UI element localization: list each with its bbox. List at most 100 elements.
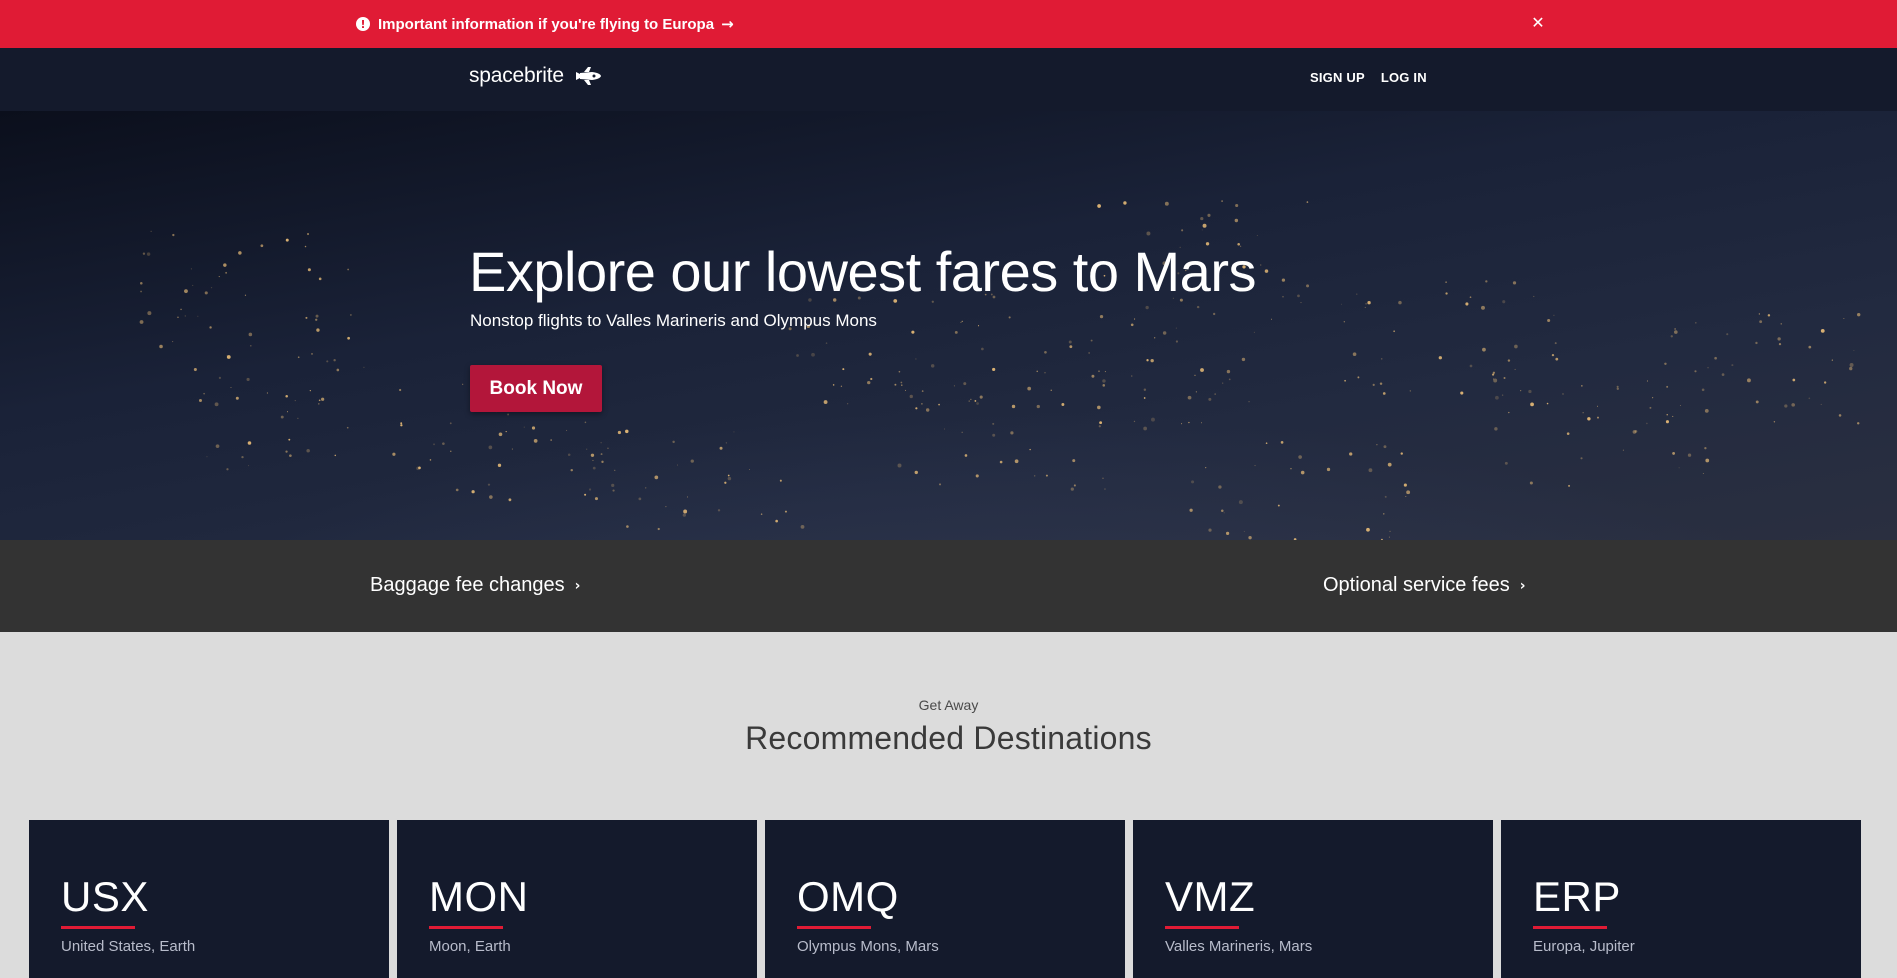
city-light xyxy=(1343,321,1345,323)
city-light xyxy=(1460,391,1464,395)
city-light xyxy=(1045,474,1048,477)
destination-card[interactable]: ERP Europa, Jupiter xyxy=(1501,820,1861,978)
city-light xyxy=(1389,530,1391,533)
city-light xyxy=(1223,512,1225,514)
brand-name: spacebrite xyxy=(469,64,564,87)
city-light xyxy=(531,426,536,430)
city-light xyxy=(1205,466,1207,469)
city-light xyxy=(511,448,514,450)
city-light xyxy=(1646,380,1648,382)
airport-code: VMZ xyxy=(1165,873,1256,920)
city-light xyxy=(1326,467,1331,472)
city-light xyxy=(449,422,452,425)
city-light xyxy=(1256,235,1258,237)
city-light xyxy=(1143,426,1147,431)
destination-card[interactable]: USX United States, Earth xyxy=(29,820,389,978)
city-light xyxy=(318,399,321,402)
city-light xyxy=(1808,345,1812,349)
city-light xyxy=(1102,384,1106,387)
destination-card[interactable]: OMQ Olympus Mons, Mars xyxy=(765,820,1125,978)
city-light xyxy=(1228,378,1231,381)
city-light xyxy=(1044,350,1047,354)
city-light xyxy=(1587,417,1591,421)
city-light xyxy=(1649,406,1652,409)
city-light xyxy=(1580,457,1583,460)
city-light xyxy=(1143,397,1146,399)
city-light xyxy=(976,402,979,405)
city-light xyxy=(1820,403,1822,405)
city-light xyxy=(612,489,615,492)
city-light xyxy=(1364,306,1366,309)
city-light xyxy=(1562,393,1564,395)
city-light xyxy=(1482,347,1486,352)
city-light xyxy=(1145,305,1149,310)
city-light xyxy=(172,233,175,237)
city-light xyxy=(586,448,588,450)
city-light xyxy=(1143,388,1147,391)
nav-links: SIGN UP LOG IN xyxy=(1310,70,1427,85)
city-light xyxy=(1582,412,1584,414)
city-light xyxy=(1547,319,1551,323)
city-light xyxy=(760,513,763,515)
book-now-button[interactable]: Book Now xyxy=(470,365,602,412)
city-light xyxy=(974,400,977,402)
city-light xyxy=(1202,223,1207,228)
city-light xyxy=(285,238,289,242)
city-light xyxy=(230,387,232,388)
city-light xyxy=(1367,301,1371,305)
city-light xyxy=(1218,485,1222,489)
city-light xyxy=(1033,475,1036,477)
city-light xyxy=(206,456,208,458)
alert-link[interactable]: ! Important information if you're flying… xyxy=(356,0,734,48)
hero-subtitle: Nonstop flights to Valles Marineris and … xyxy=(470,311,877,330)
brand-logo[interactable]: spacebrite xyxy=(469,64,602,88)
city-light xyxy=(218,376,222,379)
city-light xyxy=(1746,378,1751,383)
city-light xyxy=(218,276,220,278)
city-light xyxy=(1508,411,1510,414)
log-in-link[interactable]: LOG IN xyxy=(1381,70,1427,85)
city-light xyxy=(297,417,299,419)
city-light xyxy=(1502,300,1506,304)
city-light xyxy=(1616,387,1619,390)
city-light xyxy=(392,452,396,456)
city-light xyxy=(592,466,596,470)
city-light xyxy=(1616,385,1619,388)
destination-cards: USX United States, Earth MON Moon, Earth… xyxy=(29,820,1862,978)
city-light xyxy=(1260,264,1262,266)
city-light xyxy=(1438,356,1442,360)
city-light xyxy=(192,284,194,286)
accent-underline xyxy=(1533,926,1607,929)
city-light xyxy=(842,368,845,371)
city-light xyxy=(1857,422,1860,425)
city-light xyxy=(607,447,609,449)
city-light xyxy=(1758,313,1761,315)
destination-card[interactable]: MON Moon, Earth xyxy=(397,820,757,978)
sign-up-link[interactable]: SIGN UP xyxy=(1310,70,1365,85)
city-light xyxy=(1646,422,1648,425)
city-light xyxy=(954,330,958,334)
city-light xyxy=(970,398,972,400)
city-light xyxy=(590,453,595,457)
city-light xyxy=(336,368,340,372)
city-light xyxy=(304,245,307,248)
baggage-fee-link[interactable]: Baggage fee changes › xyxy=(370,574,580,597)
close-icon[interactable]: ✕ xyxy=(1528,12,1548,32)
city-light xyxy=(487,483,491,486)
destination-card[interactable]: VMZ Valles Marineris, Mars xyxy=(1133,820,1493,978)
city-light xyxy=(1097,405,1101,410)
city-light xyxy=(1546,402,1549,405)
city-light xyxy=(1277,504,1280,507)
city-light xyxy=(733,431,735,433)
city-light xyxy=(1102,379,1106,383)
city-light xyxy=(266,392,268,394)
city-light xyxy=(600,442,602,444)
city-light xyxy=(1666,385,1669,388)
city-light xyxy=(226,468,229,471)
earth-night-background xyxy=(139,200,1861,540)
optional-fees-link[interactable]: Optional service fees › xyxy=(1323,574,1526,597)
city-light xyxy=(1366,527,1370,532)
city-light xyxy=(1225,531,1230,536)
city-light xyxy=(1306,284,1310,288)
airport-code: MON xyxy=(429,873,529,920)
